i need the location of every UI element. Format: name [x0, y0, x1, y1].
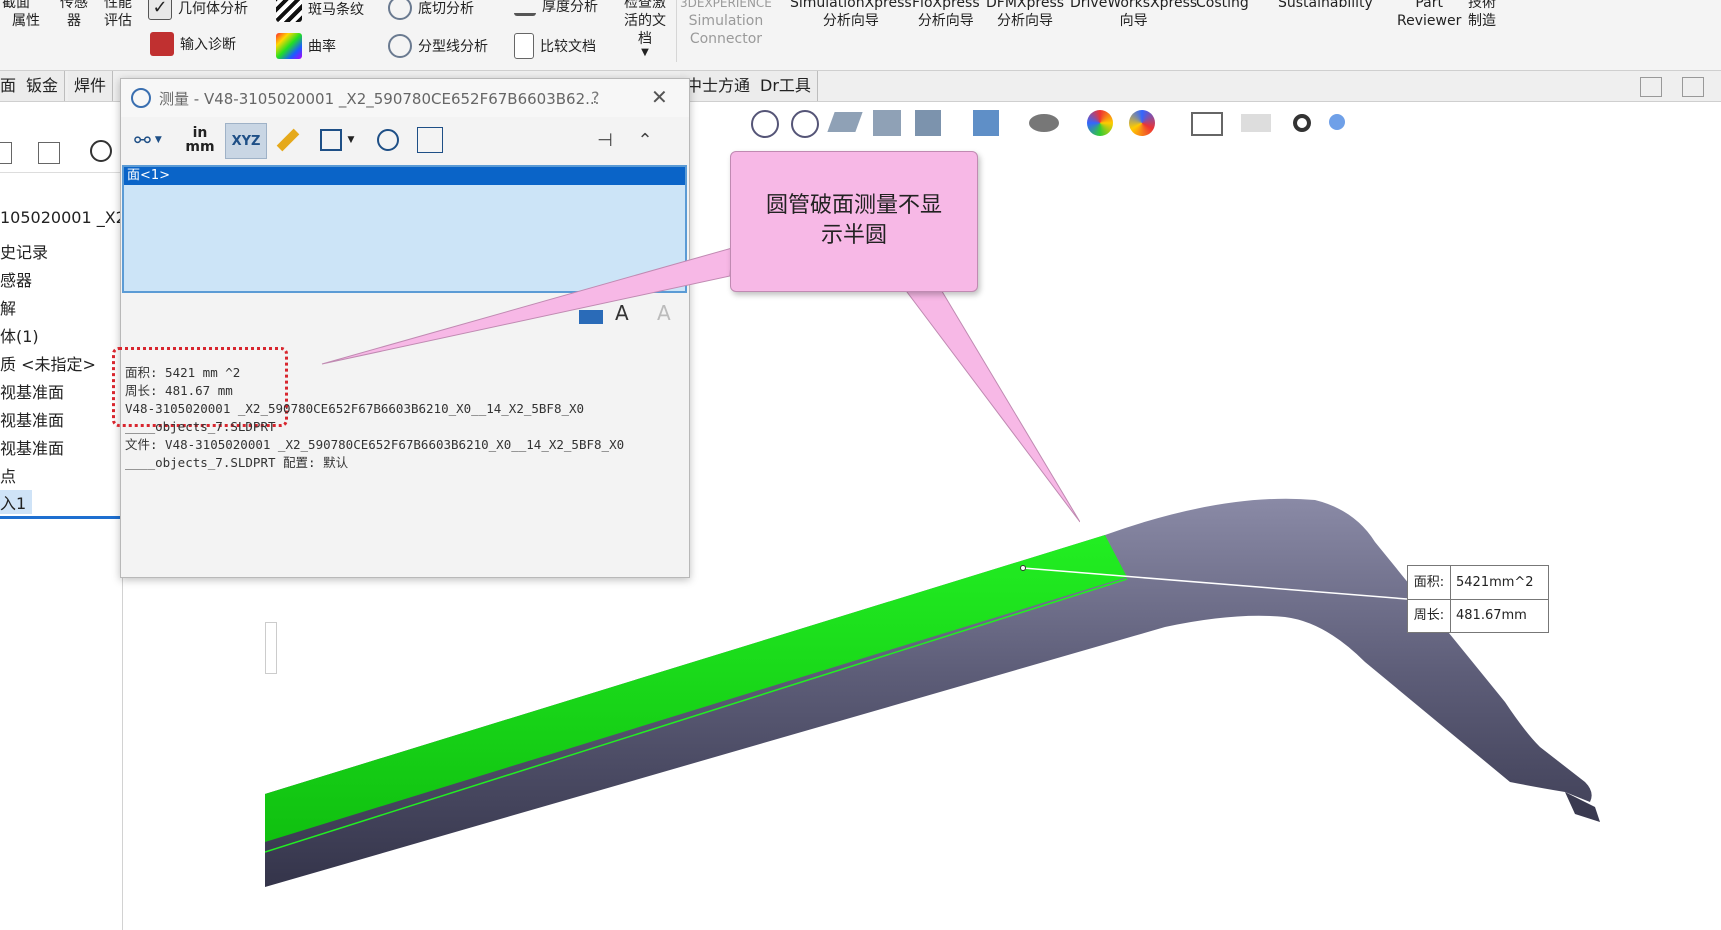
tree-item-history[interactable]: 史记录 — [0, 239, 48, 263]
arc-circle-icon: ⚯ — [134, 128, 151, 152]
tree-item-sensors[interactable]: 感器 — [0, 267, 32, 291]
sustainability-button[interactable]: Sustainability — [1278, 0, 1373, 12]
chevron-up-icon: ⌃ — [637, 129, 653, 151]
measurement-area-row: 面积: 5421mm^2 — [1408, 566, 1548, 600]
measurement-label[interactable]: 面积: 5421mm^2 周长: 481.67mm — [1407, 565, 1549, 633]
feature-manager-tree: 105020001 _X2_ 史记录 感器 解 体(1) 质 <未指定> 视基准… — [0, 102, 277, 930]
import-diagnosis-button[interactable]: 输入诊断 — [150, 32, 236, 56]
measure-dialog-title: 测量 - V48-3105020001 _X2_590780CE652F67B6… — [159, 90, 600, 108]
driveworksxpress-button[interactable]: DriveWorksXpress 向导 — [1070, 0, 1197, 30]
dropdown-arrow-icon: ▼ — [154, 135, 162, 145]
tree-item-right-plane[interactable]: 视基准面 — [0, 435, 64, 459]
callout-text-line1: 圆管破面测量不显 — [765, 193, 942, 218]
create-sensor-button[interactable] — [413, 123, 447, 157]
annotation-callout: 圆管破面测量不显 示半圆 — [730, 151, 978, 292]
pin-button[interactable]: ⊣ — [591, 123, 619, 157]
check-icon: ✓ — [148, 0, 172, 20]
diagnosis-icon — [150, 32, 174, 56]
tree-item-front-plane[interactable]: 视基准面 — [0, 379, 64, 403]
measure-icon — [131, 88, 151, 108]
tree-item-origin[interactable]: 点 — [0, 463, 16, 487]
ribbon-sensor-button[interactable]: 传感 器 — [60, 0, 88, 30]
geometry-analysis-button[interactable]: ✓ 几何体分析 — [148, 0, 248, 20]
area-key: 面积: — [1408, 566, 1451, 599]
feature-tree-icon[interactable] — [0, 142, 12, 164]
simulationxpress-button[interactable]: SimulationXpress 分析向导 — [790, 0, 912, 30]
undercut-icon — [388, 0, 412, 20]
dropdown-arrow-icon: ▼ — [347, 135, 355, 145]
sensor-graph-icon — [417, 127, 443, 153]
ruler-icon — [276, 128, 300, 152]
zebra-stripes-icon — [276, 0, 302, 22]
projection-button[interactable]: ▼ — [311, 123, 363, 157]
tree-toolbar — [0, 134, 122, 173]
callout-pointer-left — [321, 247, 733, 365]
tree-item-annotations[interactable]: 解 — [0, 295, 16, 319]
thickness-analysis-button[interactable]: 厚度分析 — [514, 0, 598, 16]
parting-line-icon — [388, 34, 412, 58]
perimeter-key: 周长: — [1408, 599, 1451, 632]
measure-anchor-point — [1020, 565, 1026, 571]
tree-item-top-plane[interactable]: 视基准面 — [0, 407, 64, 431]
pin-icon: ⊣ — [597, 129, 613, 151]
collapse-dialog-button[interactable]: ⌃ — [631, 123, 659, 157]
help-button[interactable]: ? — [591, 88, 600, 107]
callout-text-line2: 示半圆 — [820, 223, 887, 248]
tree-item-solid-bodies[interactable]: 体(1) — [0, 323, 39, 347]
rollback-bar[interactable] — [0, 516, 122, 519]
floxpress-button[interactable]: FloXpress 分析向导 — [912, 0, 980, 30]
configuration-manager-icon[interactable] — [90, 140, 112, 162]
ribbon-performance-button[interactable]: 性能 评估 — [104, 0, 132, 30]
close-button[interactable]: ✕ — [651, 85, 668, 109]
xyz-measure-button[interactable]: XYZ — [225, 123, 267, 159]
check-active-document-button[interactable]: 检查激 活的文 档 ▼ — [624, 0, 666, 58]
tree-item-import[interactable]: 入1 — [0, 490, 33, 514]
dfmxpress-button[interactable]: DFMXpress 分析向导 — [986, 0, 1064, 30]
tab-zhongshi[interactable]: 中士方通 — [680, 71, 758, 101]
panel-splitter-handle[interactable] — [265, 622, 277, 674]
ribbon-separator — [676, 0, 677, 62]
collapse-left-icon[interactable] — [1640, 77, 1662, 97]
history-icon — [377, 129, 399, 151]
measure-history-button[interactable] — [371, 123, 405, 157]
arc-circle-measure-button[interactable]: ⚯ ▼ — [127, 123, 169, 157]
tab-dr-tools[interactable]: Dr工具 — [754, 71, 818, 101]
face-edge — [265, 578, 1128, 853]
thickness-icon — [514, 0, 536, 16]
tree-part-name[interactable]: 105020001 _X2_ — [0, 208, 134, 227]
tree-item-material[interactable]: 质 <未指定> — [0, 351, 96, 375]
selection-item[interactable]: 面<1> — [124, 167, 685, 185]
measure-toolbar: ⚯ ▼ in mm XYZ ▼ ⊣ ⌃ — [121, 117, 689, 165]
measure-dialog-titlebar[interactable]: 测量 - V48-3105020001 _X2_590780CE652F67B6… — [121, 79, 689, 117]
dropdown-arrow-icon: ▼ — [641, 47, 649, 58]
costing-button[interactable]: Costing — [1196, 0, 1249, 12]
curvature-icon — [276, 33, 302, 59]
simulation-connector-button[interactable]: 3DEXPERIENCE Simulation Connector — [680, 0, 772, 48]
area-value: 5421mm^2 — [1456, 575, 1534, 590]
collapse-right-icon[interactable] — [1682, 77, 1704, 97]
perimeter-value: 481.67mm — [1456, 608, 1527, 623]
tech-manufacturing-button[interactable]: 技術 制造 — [1468, 0, 1496, 30]
units-precision-button[interactable]: in mm — [183, 123, 217, 157]
callout-pointer-right — [902, 287, 1080, 523]
measurement-perimeter-row: 周长: 481.67mm — [1408, 599, 1548, 632]
projection-icon — [319, 129, 342, 151]
zebra-stripes-button[interactable]: 斑马条纹 — [276, 0, 364, 22]
tab-weldments[interactable]: 焊件 — [68, 71, 114, 101]
undercut-analysis-button[interactable]: 底切分析 — [388, 0, 474, 20]
property-manager-icon[interactable] — [38, 142, 60, 164]
compare-documents-button[interactable]: 比较文档 — [514, 33, 596, 59]
ribbon-group1-label[interactable]: 截面 属性 — [0, 0, 40, 30]
curvature-button[interactable]: 曲率 — [276, 33, 336, 59]
command-manager-ribbon: 截面 属性 传感 器 性能 评估 ✓ 几何体分析 输入诊断 斑马条纹 曲率 底切… — [0, 0, 1721, 71]
part-reviewer-button[interactable]: Part Reviewer — [1397, 0, 1461, 30]
point-to-point-button[interactable] — [271, 123, 305, 157]
tab-sheet-metal[interactable]: 钣金 — [20, 71, 66, 101]
selected-face[interactable] — [265, 535, 1127, 842]
compare-documents-icon — [514, 33, 534, 59]
parting-line-analysis-button[interactable]: 分型线分析 — [388, 34, 488, 58]
